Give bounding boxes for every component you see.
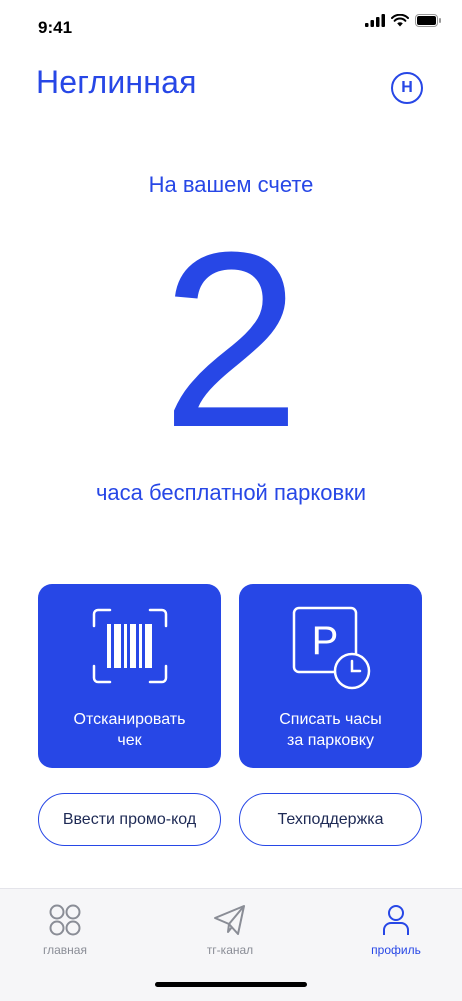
home-indicator	[155, 982, 307, 987]
signal-icon	[365, 14, 385, 27]
avatar[interactable]: Н	[391, 72, 423, 104]
svg-text:P: P	[311, 619, 338, 663]
tab-home-label: главная	[43, 943, 87, 957]
user-icon	[383, 905, 409, 935]
spend-hours-label: Списать часы за парковку	[279, 711, 382, 749]
support-button[interactable]: Техподдержка	[239, 793, 422, 846]
scan-receipt-button[interactable]: Отсканировать чек	[38, 584, 221, 768]
wifi-icon	[391, 14, 409, 27]
balance-caption: часа бесплатной парковки	[95, 480, 367, 505]
balance-value: 2	[161, 200, 301, 479]
scan-receipt-label: Отсканировать чек	[73, 711, 186, 749]
barcode-scan-icon	[92, 608, 167, 684]
grid-icon	[49, 904, 81, 936]
tab-telegram-label: тг-канал	[206, 943, 254, 957]
tab-telegram[interactable]: тг-канал	[170, 903, 290, 957]
tab-profile-label: профиль	[371, 943, 421, 957]
promo-code-button[interactable]: Ввести промо-код	[38, 793, 221, 846]
page-title: Неглинная	[36, 64, 197, 100]
battery-icon	[415, 14, 441, 27]
spend-hours-button[interactable]: P Списать часы за парковку	[239, 584, 422, 768]
status-time: 9:41	[38, 18, 73, 37]
tab-home[interactable]: главная	[5, 903, 125, 957]
tab-profile[interactable]: профиль	[336, 903, 456, 957]
parking-clock-icon: P	[292, 606, 370, 690]
status-icons	[365, 14, 442, 27]
balance-label: На вашем счете	[148, 172, 314, 197]
paper-plane-icon	[214, 905, 245, 935]
